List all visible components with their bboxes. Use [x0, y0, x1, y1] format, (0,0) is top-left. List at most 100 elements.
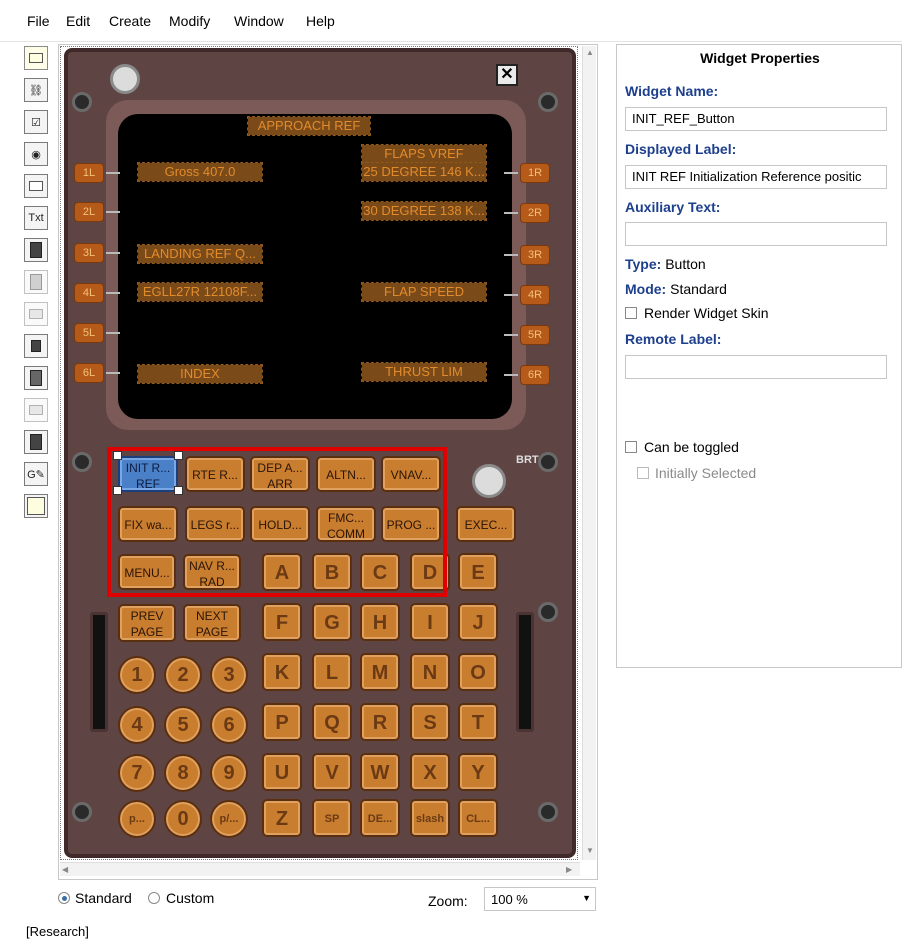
panel-icon[interactable] — [24, 238, 48, 262]
key-v[interactable]: V — [312, 753, 352, 791]
key-space[interactable]: SP — [312, 799, 352, 837]
key-t[interactable]: T — [458, 703, 498, 741]
prev-page-key[interactable]: PREV PAGE — [118, 604, 176, 642]
lsk-3r[interactable]: 3R — [520, 245, 550, 265]
graphic-edit-icon[interactable]: G✎ — [24, 462, 48, 486]
screen-right-line-1[interactable]: 25 DEGREE 146 K... — [361, 162, 487, 182]
key-u[interactable]: U — [262, 753, 302, 791]
scroll-up-icon[interactable]: ▲ — [586, 48, 594, 57]
lsk-6r[interactable]: 6R — [520, 365, 550, 385]
screen-right-line-4[interactable]: FLAP SPEED — [361, 282, 487, 302]
key-9[interactable]: 9 — [210, 754, 248, 792]
key-4[interactable]: 4 — [118, 706, 156, 744]
next-page-key[interactable]: NEXT PAGE — [183, 604, 241, 642]
initially-selected-checkbox[interactable] — [637, 467, 649, 479]
key-0[interactable]: 0 — [164, 800, 202, 838]
exec-key[interactable]: EXEC... — [456, 506, 516, 542]
document-icon[interactable] — [24, 366, 48, 390]
scroll-right-icon[interactable]: ▶ — [566, 865, 572, 874]
key-delete[interactable]: DE... — [360, 799, 400, 837]
close-icon[interactable]: ✕ — [496, 64, 518, 86]
key-k[interactable]: K — [262, 653, 302, 691]
dark-panel-icon[interactable] — [24, 430, 48, 454]
key-w[interactable]: W — [360, 753, 400, 791]
auxiliary-text-field[interactable] — [625, 222, 887, 246]
key-clear[interactable]: CL... — [458, 799, 498, 837]
disabled-icon-3[interactable] — [24, 398, 48, 422]
render-skin-checkbox[interactable] — [625, 307, 637, 319]
key-z[interactable]: Z — [262, 799, 302, 837]
widget-name-field[interactable]: INIT_REF_Button — [625, 107, 887, 131]
lsk-1l[interactable]: 1L — [74, 163, 104, 183]
key-r[interactable]: R — [360, 703, 400, 741]
key-h[interactable]: H — [360, 603, 400, 641]
lsk-4r[interactable]: 4R — [520, 285, 550, 305]
key-1[interactable]: 1 — [118, 656, 156, 694]
screen-title[interactable]: APPROACH REF — [247, 116, 371, 136]
frame-icon[interactable] — [24, 174, 48, 198]
lsk-6l[interactable]: 6L — [74, 363, 104, 383]
menu-create[interactable]: Create — [109, 13, 151, 29]
key-plus-minus[interactable]: p/... — [210, 800, 248, 838]
key-q[interactable]: Q — [312, 703, 352, 741]
key-period[interactable]: p... — [118, 800, 156, 838]
scroll-left-icon[interactable]: ◀ — [62, 865, 68, 874]
screen-right-line-2[interactable]: 30 DEGREE 138 K... — [361, 201, 487, 221]
key-y[interactable]: Y — [458, 753, 498, 791]
key-i[interactable]: I — [410, 603, 450, 641]
link-icon[interactable]: ⛓ — [24, 78, 48, 102]
key-s[interactable]: S — [410, 703, 450, 741]
key-6[interactable]: 6 — [210, 706, 248, 744]
menu-edit[interactable]: Edit — [66, 13, 90, 29]
key-m[interactable]: M — [360, 653, 400, 691]
key-3[interactable]: 3 — [210, 656, 248, 694]
key-o[interactable]: O — [458, 653, 498, 691]
copy-icon[interactable] — [24, 334, 48, 358]
brightness-knob[interactable] — [472, 464, 506, 498]
key-f[interactable]: F — [262, 603, 302, 641]
key-e[interactable]: E — [458, 553, 498, 591]
remote-label-field[interactable] — [625, 355, 887, 379]
screen-left-line-3[interactable]: LANDING REF Q... — [137, 244, 263, 264]
key-g[interactable]: G — [312, 603, 352, 641]
disabled-icon-1[interactable] — [24, 270, 48, 294]
can-be-toggled-checkbox[interactable] — [625, 441, 637, 453]
key-x[interactable]: X — [410, 753, 450, 791]
lsk-2l[interactable]: 2L — [74, 202, 104, 222]
zoom-select[interactable]: 100 % ▼ — [484, 887, 596, 911]
lsk-5l[interactable]: 5L — [74, 323, 104, 343]
screen-left-line-1[interactable]: Gross 407.0 — [137, 162, 263, 182]
key-slash[interactable]: slash — [410, 799, 450, 837]
custom-radio[interactable] — [148, 892, 160, 904]
lsk-3l[interactable]: 3L — [74, 243, 104, 263]
radio-icon[interactable]: ◉ — [24, 142, 48, 166]
scroll-down-icon[interactable]: ▼ — [586, 846, 594, 855]
widget-rect-icon[interactable] — [24, 46, 48, 70]
key-p[interactable]: P — [262, 703, 302, 741]
vertical-scrollbar[interactable]: ▲ ▼ — [582, 46, 596, 860]
horizontal-scrollbar[interactable]: ◀ ▶ — [60, 862, 580, 876]
menu-file[interactable]: File — [27, 13, 50, 29]
disabled-icon-2[interactable] — [24, 302, 48, 326]
screen-right-line-6[interactable]: THRUST LIM — [361, 362, 487, 382]
displayed-label-field[interactable]: INIT REF Initialization Reference positi… — [625, 165, 887, 189]
screen-left-line-4[interactable]: EGLL27R 12108F... — [137, 282, 263, 302]
key-2[interactable]: 2 — [164, 656, 202, 694]
standard-radio[interactable] — [58, 892, 70, 904]
screen-left-line-6[interactable]: INDEX — [137, 364, 263, 384]
screen-right-header[interactable]: FLAPS VREF — [361, 144, 487, 164]
key-7[interactable]: 7 — [118, 754, 156, 792]
key-5[interactable]: 5 — [164, 706, 202, 744]
lsk-4l[interactable]: 4L — [74, 283, 104, 303]
lsk-5r[interactable]: 5R — [520, 325, 550, 345]
menu-help[interactable]: Help — [306, 13, 335, 29]
menu-window[interactable]: Window — [234, 13, 284, 29]
menu-modify[interactable]: Modify — [169, 13, 210, 29]
text-icon[interactable]: Txt — [24, 206, 48, 230]
key-n[interactable]: N — [410, 653, 450, 691]
note-icon[interactable] — [24, 494, 48, 518]
lsk-1r[interactable]: 1R — [520, 163, 550, 183]
checkbox-icon[interactable]: ☑ — [24, 110, 48, 134]
key-l[interactable]: L — [312, 653, 352, 691]
key-8[interactable]: 8 — [164, 754, 202, 792]
